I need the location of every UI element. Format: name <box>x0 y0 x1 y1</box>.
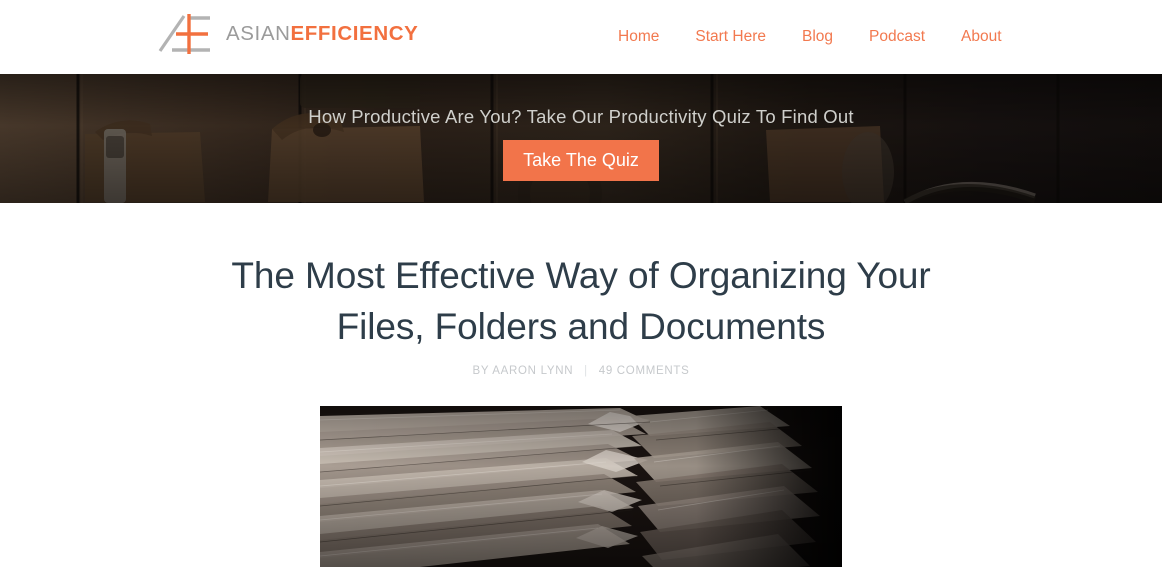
logo-text-efficiency: EFFICIENCY <box>290 21 419 45</box>
meta-separator: | <box>584 365 588 378</box>
post-meta: BY AARON LYNN | 49 COMMENTS <box>0 365 1162 378</box>
hero-content: How Productive Are You? Take Our Product… <box>0 74 1162 203</box>
post-author-link[interactable]: BY AARON LYNN <box>473 365 574 377</box>
nav-item-start-here[interactable]: Start Here <box>677 29 784 45</box>
take-the-quiz-button[interactable]: Take The Quiz <box>503 140 659 182</box>
post-title: The Most Effective Way of Organizing You… <box>231 255 931 348</box>
site-logo-text: ASIANEFFICIENCY <box>226 21 419 45</box>
post-featured-image <box>320 405 842 567</box>
site-header: ASIANEFFICIENCY Home Start Here Blog Pod… <box>0 0 1162 74</box>
hero-headline: How Productive Are You? Take Our Product… <box>308 106 854 127</box>
nav-item-about[interactable]: About <box>943 29 1020 45</box>
post-comments-link[interactable]: 49 COMMENTS <box>599 365 690 377</box>
nav-item-podcast[interactable]: Podcast <box>851 29 943 45</box>
logo-text-asian: ASIAN <box>226 21 291 45</box>
hero-banner: How Productive Are You? Take Our Product… <box>0 74 1162 203</box>
article-content: The Most Effective Way of Organizing You… <box>0 203 1162 567</box>
ae-monogram-icon <box>158 13 216 55</box>
main-navigation: Home Start Here Blog Podcast About <box>600 0 1020 74</box>
site-logo[interactable]: ASIANEFFICIENCY <box>158 11 418 57</box>
nav-item-home[interactable]: Home <box>600 29 677 45</box>
nav-item-blog[interactable]: Blog <box>784 29 851 45</box>
